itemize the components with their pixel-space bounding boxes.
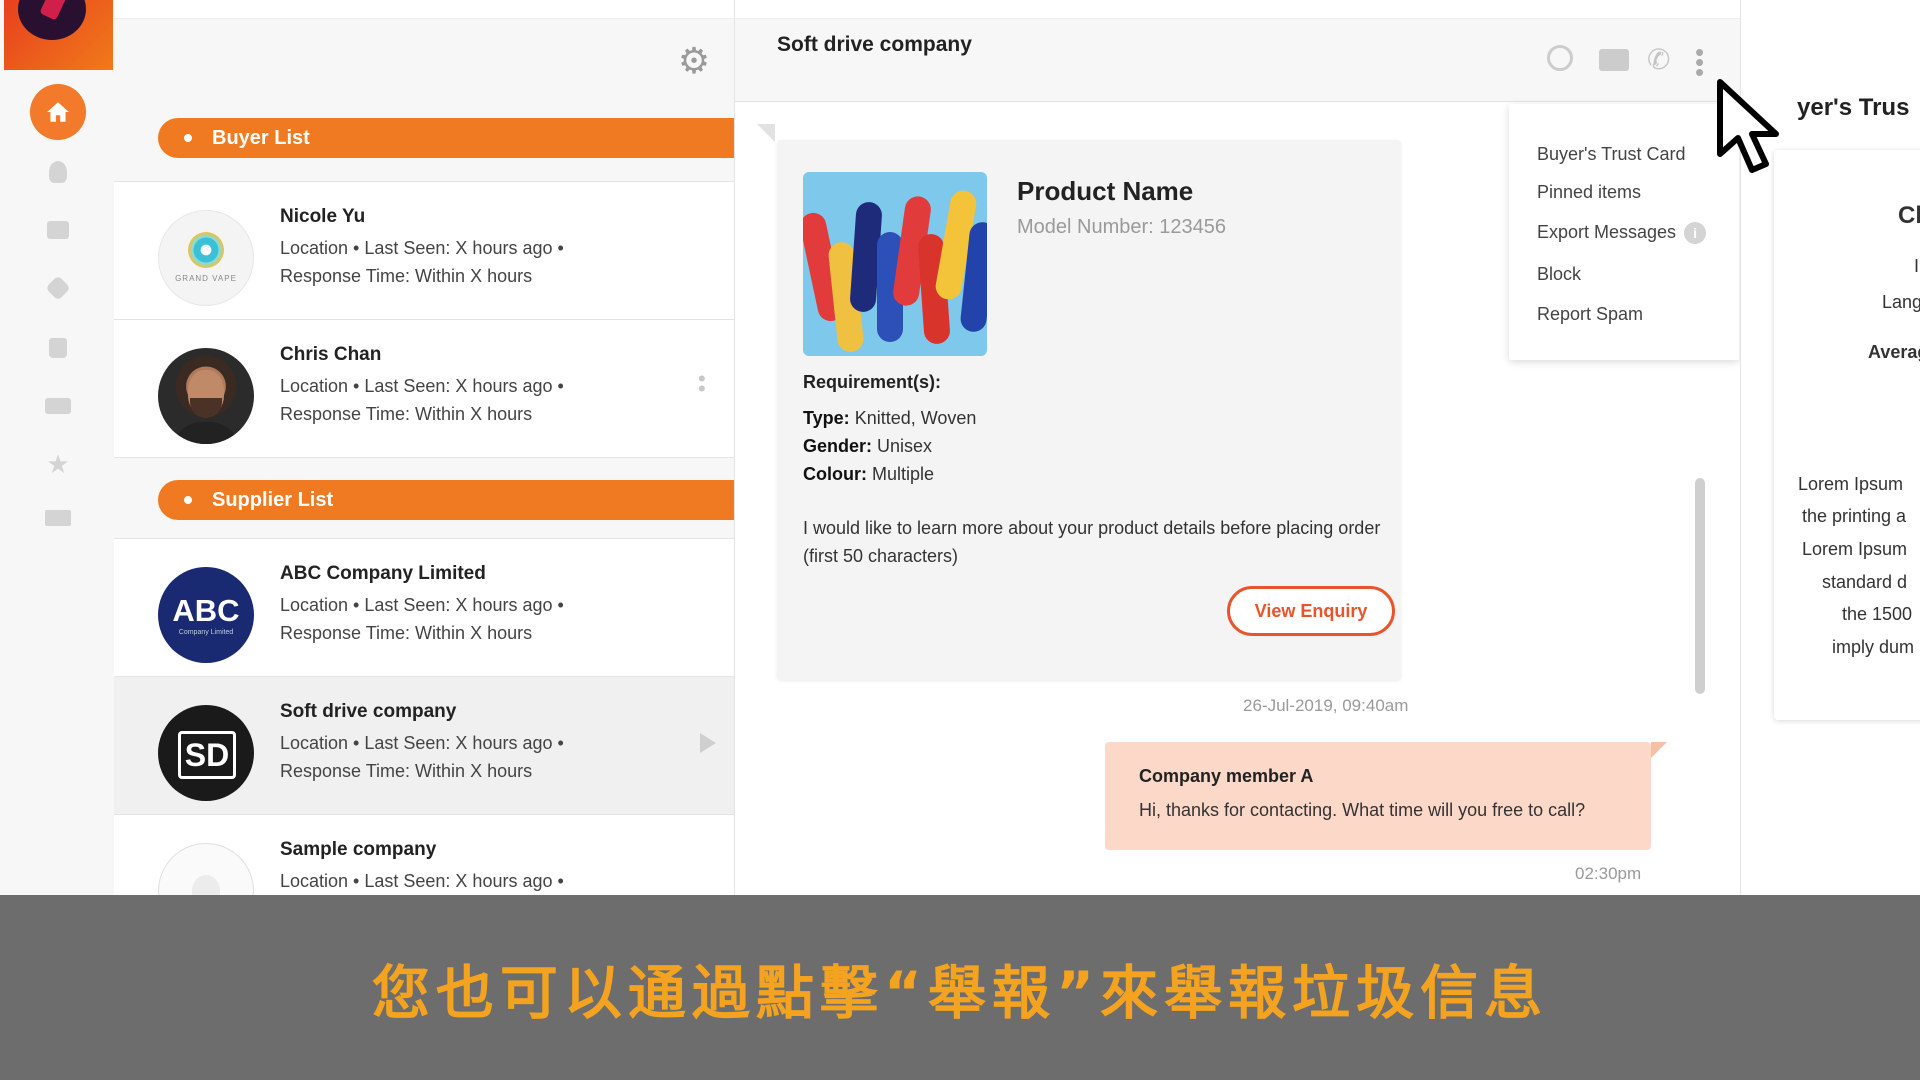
settings-button[interactable]: ⚙ [676,43,712,79]
requirement-gender: Gender: Unisex [803,436,933,456]
contacts-panel: ⚙ Buyer List GRAND VAPE Nicole Yu Locati… [114,0,735,895]
box-icon [45,275,71,301]
trust-card-title: yer's Trus [1797,94,1910,121]
supplier-list-header[interactable]: Supplier List [158,480,734,520]
contact-meta: Location • Last Seen: X hours ago • [280,238,564,258]
book-icon [45,510,71,526]
cash-icon [45,398,71,414]
enquiry-message: I would like to learn more about your pr… [803,518,1381,566]
contact-item[interactable]: Sample company Location • Last Seen: X h… [114,815,734,895]
contact-response-time: Response Time: Within X hours [280,623,533,643]
reply-text: Hi, thanks for contacting. What time wil… [1139,800,1586,820]
contact-meta: Location • Last Seen: X hours ago • [280,376,564,396]
contact-meta: Location • Last Seen: X hours ago • [280,733,564,753]
mouse-cursor-icon [1717,79,1779,173]
enquiry-card: Product Name Model Number: 123456 Requir… [777,140,1401,680]
home-icon [47,102,69,122]
gear-icon: ⚙ [677,40,711,81]
avatar [158,348,254,444]
caption-text: 您也可以通過點擊“舉報”來舉報垃圾信息 [371,958,1549,1027]
app-logo[interactable] [4,0,113,70]
contact-meta: Location • Last Seen: X hours ago • [280,595,564,615]
trust-card: Cl I Lang Averag Lorem Ipsum the printin… [1774,150,1920,720]
contact-response-time: Response Time: Within X hours [280,404,533,424]
payments-nav-button[interactable] [30,378,86,434]
reply-sender: Company member A [1139,766,1314,786]
menu-item-trust-card[interactable]: Buyer's Trust Card [1537,144,1685,165]
contact-meta: Location • Last Seen: X hours ago • [280,871,564,891]
clipboard-icon [49,338,67,358]
chevron-right-icon [700,733,716,753]
product-image[interactable] [803,172,987,356]
options-menu: Buyer's Trust Card Pinned items Export M… [1509,104,1739,360]
contacts-nav-button[interactable] [30,144,86,200]
contact-item[interactable]: GRAND VAPE Nicole Yu Location • Last See… [114,182,734,320]
info-icon[interactable]: i [1684,222,1707,245]
contact-item[interactable]: Chris Chan Location • Last Seen: X hours… [114,320,734,458]
contact-name: Sample company [280,839,437,860]
requirements-heading: Requirement(s): [803,372,942,392]
requirement-type: Type: Knitted, Woven [803,408,977,428]
chat-icon [47,221,69,239]
orders-nav-button[interactable] [30,320,86,376]
contact-item-active[interactable]: SD Soft drive company Location • Last Se… [114,677,734,815]
search-icon[interactable] [1547,45,1573,71]
menu-item-pinned[interactable]: Pinned items [1537,182,1641,203]
nav-rail: ★ [0,0,115,895]
message-timestamp: 26-Jul-2019, 09:40am [1243,696,1409,715]
reply-timestamp: 02:30pm [1575,864,1642,883]
home-button[interactable] [30,84,86,140]
contact-response-time: Response Time: Within X hours [280,266,533,286]
buyer-list-label: Buyer List [212,126,310,149]
product-name: Product Name [1017,176,1194,206]
chat-panel: Soft drive company ✆ • • • Product Name Mo… [735,0,1741,895]
contact-options-icon[interactable]: • • [698,368,706,400]
favorites-nav-button[interactable]: ★ [30,436,86,492]
contacts-header: ⚙ [114,18,734,102]
catalog-nav-button[interactable] [30,490,86,546]
contact-item[interactable]: ABC Company Limited ABC Company Limited L… [114,539,734,677]
contact-name: Chris Chan [280,344,382,365]
supplier-list-label: Supplier List [212,488,334,511]
subtitle-caption: 您也可以通過點擊“舉報”來舉報垃圾信息 [0,895,1920,1080]
contact-name: ABC Company Limited [280,563,486,584]
chat-scrollbar[interactable] [1695,478,1705,694]
requirement-colour: Colour: Multiple [803,464,935,484]
chat-header: Soft drive company ✆ • • • [735,18,1740,102]
view-enquiry-button[interactable]: View Enquiry [1227,586,1395,636]
video-call-icon[interactable] [1599,49,1629,71]
avatar: ABC Company Limited [158,567,254,663]
bubble-tail [1651,742,1667,758]
avatar [158,843,254,895]
avatar: GRAND VAPE [158,210,254,306]
star-icon: ★ [46,449,70,479]
contact-name: Nicole Yu [280,206,366,227]
model-number: Model Number: 123456 [1017,216,1227,238]
menu-item-block[interactable]: Block [1537,264,1581,285]
products-nav-button[interactable] [30,260,86,316]
avatar: SD [158,705,254,801]
chat-title: Soft drive company [777,33,972,56]
phone-icon[interactable]: ✆ [1647,45,1670,75]
menu-item-export[interactable]: Export Messages i [1537,222,1707,245]
reply-bubble: Company member A Hi, thanks for contacti… [1105,742,1651,850]
more-options-icon[interactable]: • • • [1695,39,1704,85]
buyer-list-header[interactable]: Buyer List [158,118,734,158]
contact-name: Soft drive company [280,701,457,722]
user-icon [49,161,67,183]
menu-item-report-spam[interactable]: Report Spam [1537,304,1643,325]
contact-response-time: Response Time: Within X hours [280,761,533,781]
bubble-tail [757,124,775,142]
messages-nav-button[interactable] [30,202,86,258]
